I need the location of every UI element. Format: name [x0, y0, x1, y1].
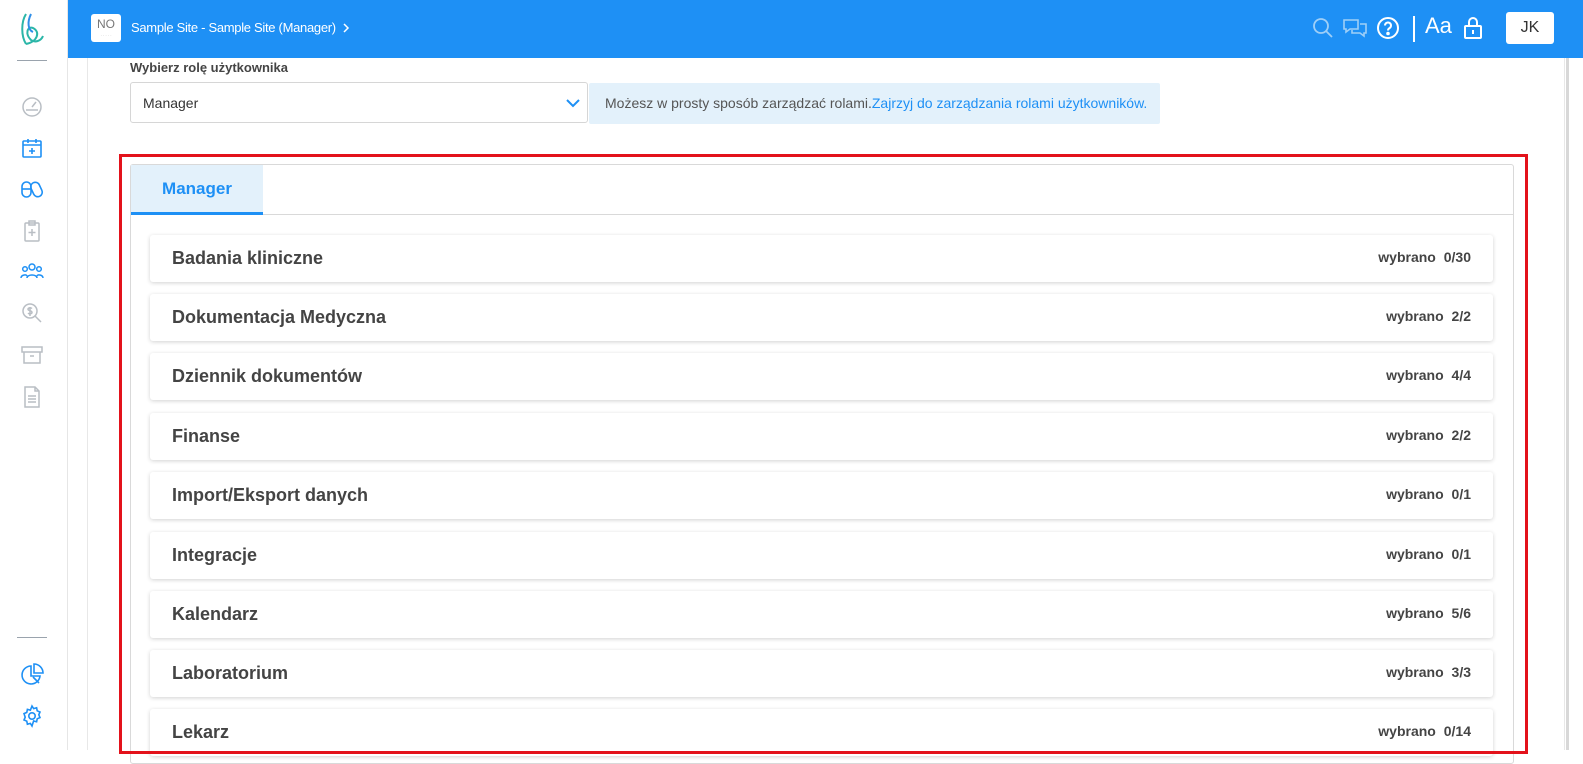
role-select-value: Manager: [143, 95, 199, 111]
highlight-frame: [119, 154, 1528, 754]
lock-icon[interactable]: [1461, 16, 1485, 40]
archive-box-icon[interactable]: [19, 342, 45, 368]
users-icon[interactable]: [19, 258, 45, 284]
info-text: Możesz w prosty sposób zarządzać rolami.: [605, 95, 872, 111]
top-bar: NO · · · · · Sample Site - Sample Site (…: [68, 0, 1583, 58]
toolbar-divider: [1413, 16, 1415, 42]
clipboard-plus-icon[interactable]: [19, 218, 45, 244]
font-size-toggle[interactable]: Aa: [1425, 13, 1452, 39]
site-name-label: Sample Site - Sample Site (Manager): [131, 20, 336, 35]
role-management-link[interactable]: Zajrzyj do zarządzania rolami użytkownik…: [872, 95, 1147, 111]
pie-chart-icon[interactable]: [19, 662, 45, 688]
search-money-icon[interactable]: [19, 300, 45, 326]
settings-gear-icon[interactable]: [19, 703, 45, 729]
user-avatar-button[interactable]: JK: [1506, 12, 1554, 44]
chevron-down-icon: [566, 99, 580, 108]
site-logo[interactable]: NO · · · · ·: [91, 14, 121, 42]
role-select-label: Wybierz rolę użytkownika: [130, 60, 288, 75]
app-logo-icon[interactable]: [17, 12, 47, 46]
site-switcher[interactable]: Sample Site - Sample Site (Manager): [131, 20, 350, 35]
sidebar-divider-top: [17, 60, 47, 61]
document-icon[interactable]: [19, 384, 45, 410]
pills-icon[interactable]: [19, 176, 45, 202]
left-sidebar: [0, 0, 68, 750]
info-banner: Możesz w prosty sposób zarządzać rolami.…: [589, 83, 1160, 124]
site-logo-text: NO: [97, 17, 115, 31]
help-icon[interactable]: [1376, 16, 1400, 40]
scrollbar[interactable]: [1566, 58, 1569, 750]
search-icon[interactable]: [1311, 16, 1335, 40]
chevron-right-icon: [343, 22, 349, 33]
dashboard-gauge-icon[interactable]: [19, 93, 45, 119]
chat-icon[interactable]: [1341, 16, 1369, 40]
sidebar-divider-bottom: [17, 637, 47, 638]
role-select-dropdown[interactable]: Manager: [130, 82, 588, 123]
calendar-add-icon[interactable]: [19, 135, 45, 161]
